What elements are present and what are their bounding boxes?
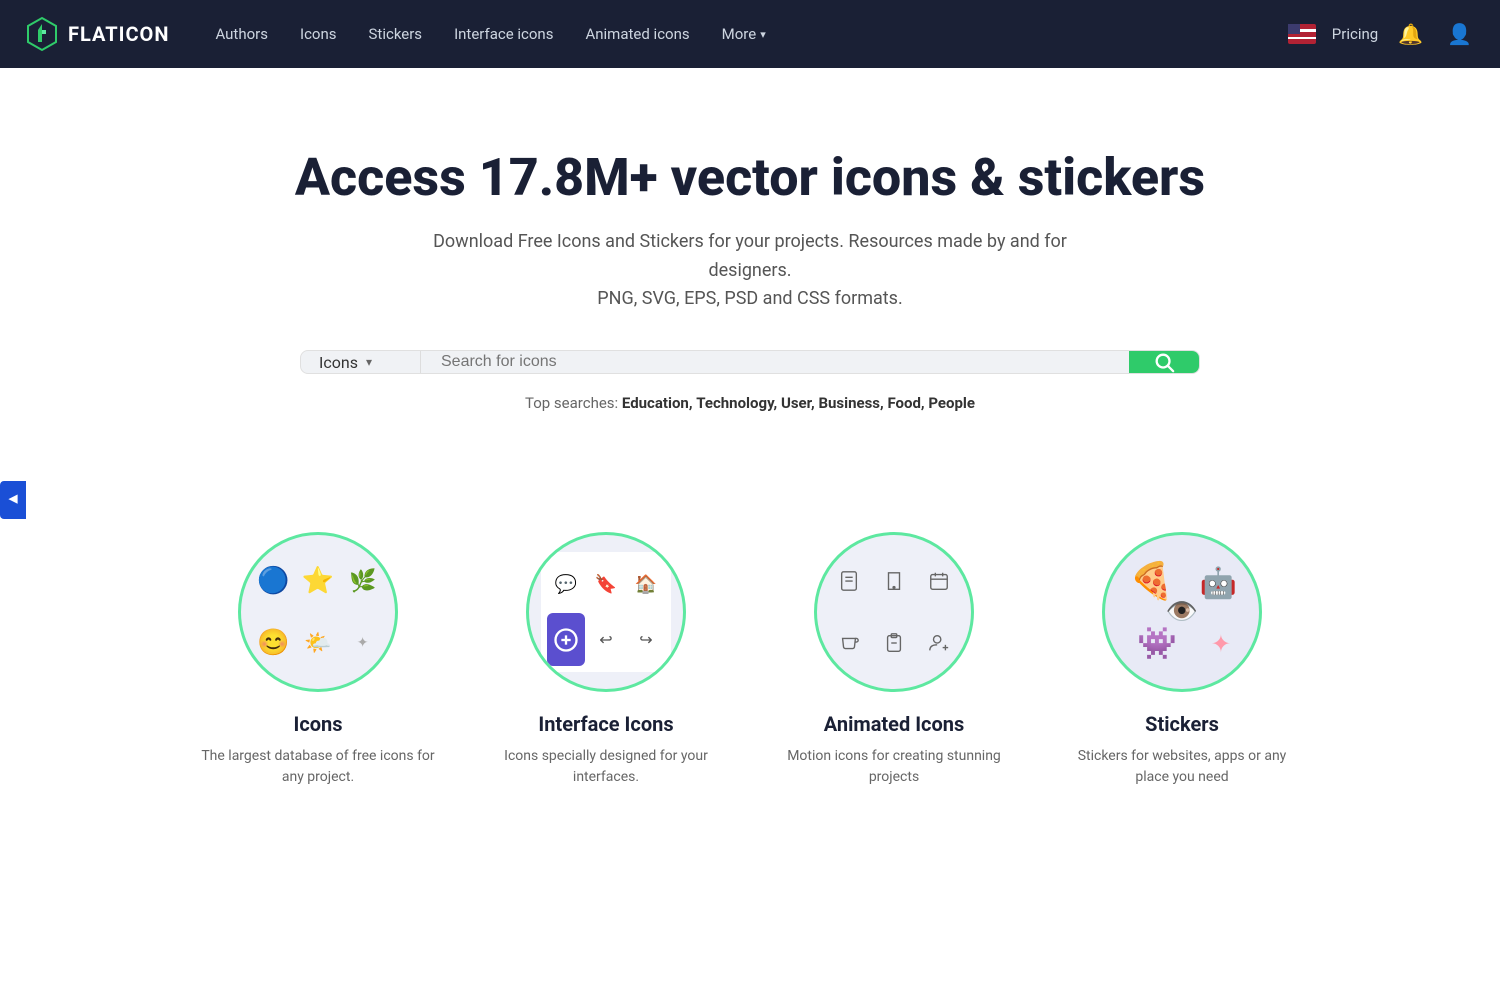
search-bar: Icons ▾ (300, 350, 1200, 374)
nav-item-animated-icons[interactable]: Animated icons (571, 17, 703, 51)
nav-item-interface-icons[interactable]: Interface icons (440, 17, 567, 51)
sticker-monster: 👾 (1137, 624, 1177, 662)
iface-msg: 💬 (547, 558, 585, 611)
search-button[interactable] (1129, 351, 1199, 373)
top-search-food[interactable]: Food, (887, 394, 924, 412)
phone-icon (883, 570, 905, 592)
icon-preview-arrow: 🔵 (253, 552, 294, 610)
hero-title: Access 17.8M+ vector icons & stickers (20, 148, 1480, 208)
navbar-right: Pricing 🔔 👤 (1288, 18, 1476, 50)
anim-cell-calendar (918, 552, 959, 610)
category-icons[interactable]: 🔵 ⭐ 🌿 😊 🌤️ ✦ Icons The largest database … (198, 532, 438, 788)
categories-section: 🔵 ⭐ 🌿 😊 🌤️ ✦ Icons The largest database … (0, 532, 1500, 868)
category-interface-icons-title: Interface Icons (538, 712, 673, 736)
top-search-business[interactable]: Business, (818, 394, 883, 412)
navbar-nav: Authors Icons Stickers Interface icons A… (201, 17, 1287, 51)
top-search-education[interactable]: Education, (622, 394, 693, 412)
iface-home: 🏠 (627, 558, 665, 611)
navbar: FLATICON Authors Icons Stickers Interfac… (0, 0, 1500, 68)
category-icons-desc: The largest database of free icons for a… (198, 746, 438, 788)
category-animated-icons-desc: Motion icons for creating stunning proje… (774, 746, 1014, 788)
top-search-people[interactable]: People (928, 394, 975, 412)
hero-subtitle: Download Free Icons and Stickers for you… (400, 228, 1100, 314)
top-searches: Top searches: Education, Technology, Use… (20, 394, 1480, 412)
nav-item-stickers[interactable]: Stickers (355, 17, 437, 51)
search-type-chevron: ▾ (366, 355, 372, 369)
icon-preview-star: ⭐ (298, 552, 339, 610)
logo-link[interactable]: FLATICON (24, 16, 169, 52)
search-type-selector[interactable]: Icons ▾ (301, 351, 421, 373)
nav-item-icons[interactable]: Icons (286, 17, 351, 51)
nav-item-authors[interactable]: Authors (201, 17, 282, 51)
language-flag[interactable] (1288, 24, 1316, 44)
sidebar-tab[interactable]: ▶ (0, 481, 26, 519)
anim-cell-phone (874, 552, 915, 610)
category-stickers-circle: 🍕 🤖 👾 ✦ 👁️ (1102, 532, 1262, 692)
category-icons-circle: 🔵 ⭐ 🌿 😊 🌤️ ✦ (238, 532, 398, 692)
calendar-icon (928, 570, 950, 592)
file-icon (838, 570, 860, 592)
category-animated-icons-circle (814, 532, 974, 692)
icon-preview-sun: 🌤️ (298, 614, 339, 672)
category-interface-icons-desc: Icons specially designed for your interf… (486, 746, 726, 788)
notification-icon[interactable]: 🔔 (1394, 18, 1427, 50)
category-stickers-title: Stickers (1145, 712, 1219, 736)
sticker-eye: 👁️ (1166, 597, 1198, 627)
iface-bookmark: 🔖 (587, 558, 625, 611)
sticker-star2: ✦ (1211, 630, 1231, 658)
user-icon[interactable]: 👤 (1443, 18, 1476, 50)
category-icons-title: Icons (293, 712, 342, 736)
logo-text: FLATICON (68, 22, 169, 46)
sticker-robot: 🤖 (1200, 566, 1237, 601)
icon-preview-smile: 😊 (253, 614, 294, 672)
anim-cell-cup (829, 614, 870, 672)
anim-cell-clipboard (874, 614, 915, 672)
category-stickers[interactable]: 🍕 🤖 👾 ✦ 👁️ Stickers Stickers for website… (1062, 532, 1302, 788)
category-animated-icons[interactable]: Animated Icons Motion icons for creating… (774, 532, 1014, 788)
top-search-user[interactable]: User, (781, 394, 815, 412)
category-interface-icons-circle: 💬 🔖 🏠 ↩ ↪ (526, 532, 686, 692)
sticker-pizza: 🍕 (1129, 560, 1174, 602)
cup-icon (838, 632, 860, 654)
category-stickers-desc: Stickers for websites, apps or any place… (1062, 746, 1302, 788)
iface-redo: ↪ (627, 613, 665, 666)
hero-section: Access 17.8M+ vector icons & stickers Do… (0, 68, 1500, 532)
search-type-label: Icons (319, 353, 358, 372)
clipboard-icon (883, 632, 905, 654)
category-animated-icons-title: Animated Icons (824, 712, 965, 736)
iface-highlight (547, 613, 585, 666)
category-interface-icons[interactable]: 💬 🔖 🏠 ↩ ↪ Interface Icons Icons speciall… (486, 532, 726, 788)
anim-cell-file (829, 552, 870, 610)
icon-preview-extra: ✦ (342, 614, 383, 672)
anim-cell-user (918, 614, 959, 672)
search-input[interactable] (421, 351, 1129, 373)
plus-icon (552, 626, 580, 654)
top-search-technology[interactable]: Technology, (696, 394, 777, 412)
user-add-icon (928, 632, 950, 654)
chevron-down-icon: ▾ (760, 28, 766, 41)
nav-item-more[interactable]: More ▾ (708, 17, 780, 51)
icon-preview-leaf: 🌿 (342, 552, 383, 610)
pricing-link[interactable]: Pricing (1332, 25, 1378, 43)
iface-undo: ↩ (587, 613, 625, 666)
search-icon (1153, 351, 1175, 373)
logo-icon (24, 16, 60, 52)
